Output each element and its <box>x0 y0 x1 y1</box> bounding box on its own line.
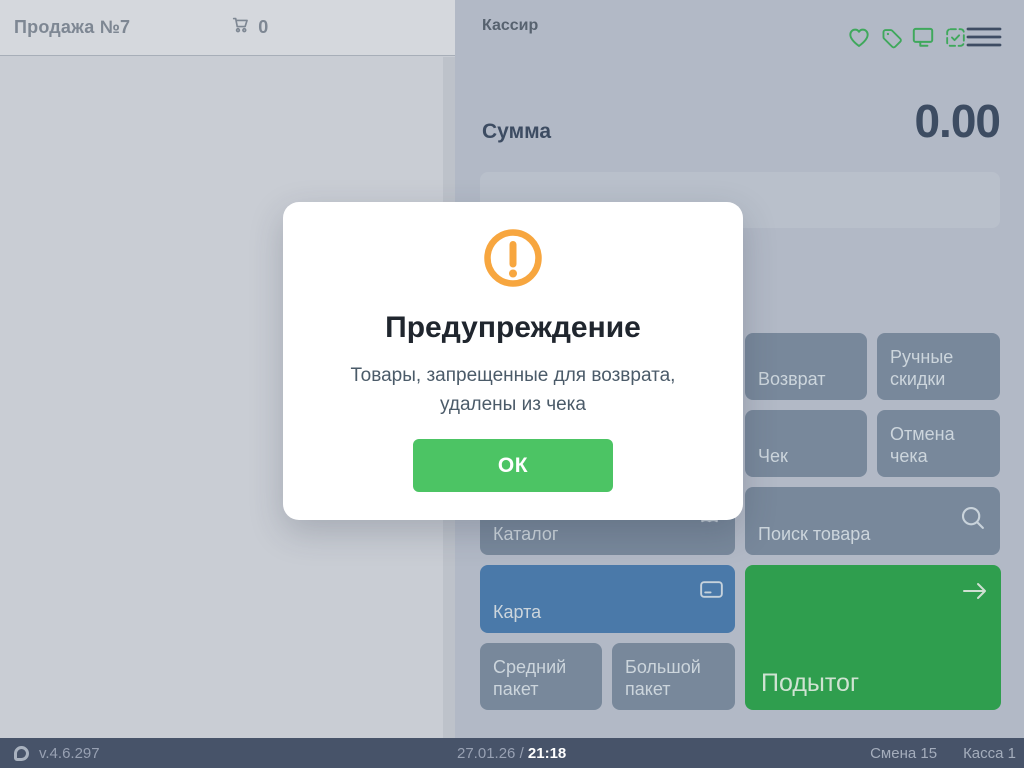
receipt-button[interactable]: Чек <box>745 410 867 477</box>
logo-icon <box>14 746 29 761</box>
status-bar: v.4.6.297 27.01.26 / 21:18 Смена 15 Касс… <box>0 738 1024 768</box>
app-version: v.4.6.297 <box>39 745 100 762</box>
cart-count: 0 <box>258 17 268 38</box>
button-label: Возврат <box>758 369 826 391</box>
sale-title: Продажа №7 <box>14 17 130 38</box>
search-product-button[interactable]: Поиск товара <box>745 487 1000 555</box>
subtotal-button[interactable]: Подытог <box>745 565 1001 710</box>
scan-icon[interactable] <box>942 24 968 50</box>
arrow-right-icon <box>960 579 990 611</box>
ok-button[interactable]: ОК <box>413 439 613 492</box>
sale-header: Продажа №7 0 <box>0 0 455 56</box>
status-separator: / <box>520 745 524 762</box>
cart-counter: 0 <box>230 14 268 41</box>
button-label: Поиск товара <box>758 524 870 546</box>
card-button[interactable]: Карта <box>480 565 735 633</box>
status-left: v.4.6.297 <box>0 745 100 762</box>
menu-icon[interactable] <box>966 25 1002 49</box>
dialog-message-line: Товары, запрещенные для возврата, <box>283 361 743 390</box>
cashier-label: Кассир <box>482 17 538 35</box>
button-label: Ручные скидки <box>890 347 987 391</box>
large-bag-button[interactable]: Большой пакет <box>612 643 735 710</box>
pos-app: Продажа №7 0 Кассир <box>0 0 1024 768</box>
shift-label: Смена 15 <box>870 745 937 762</box>
dialog-message-line: удалены из чека <box>283 390 743 419</box>
display-icon[interactable] <box>910 24 936 50</box>
status-right: Смена 15 Касса 1 <box>870 745 1016 762</box>
button-label: Отмена чека <box>890 424 987 468</box>
button-label: Карта <box>493 602 541 624</box>
return-button[interactable]: Возврат <box>745 333 867 400</box>
button-label: Чек <box>758 446 788 468</box>
button-label: Подытог <box>761 668 859 699</box>
button-label: Каталог <box>493 524 558 546</box>
medium-bag-button[interactable]: Средний пакет <box>480 643 602 710</box>
manual-discounts-button[interactable]: Ручные скидки <box>877 333 1000 400</box>
status-datetime: 27.01.26 / 21:18 <box>457 745 566 762</box>
search-icon <box>958 503 988 539</box>
button-label: Средний пакет <box>493 657 589 701</box>
sum-label: Сумма <box>482 120 551 144</box>
tag-icon[interactable] <box>878 24 904 50</box>
dialog-title: Предупреждение <box>283 311 743 345</box>
warning-icon <box>481 226 545 290</box>
card-icon <box>698 576 725 609</box>
register-label: Касса 1 <box>963 745 1016 762</box>
sum-value: 0.00 <box>914 94 1000 148</box>
top-toolbar <box>846 24 968 50</box>
status-time: 21:18 <box>528 745 566 762</box>
cancel-receipt-button[interactable]: Отмена чека <box>877 410 1000 477</box>
warning-dialog: Предупреждение Товары, запрещенные для в… <box>283 202 743 520</box>
dialog-message: Товары, запрещенные для возврата, удален… <box>283 361 743 419</box>
status-date: 27.01.26 <box>457 745 515 762</box>
heart-icon[interactable] <box>846 24 872 50</box>
button-label: Большой пакет <box>625 657 722 701</box>
cart-icon <box>230 14 252 41</box>
